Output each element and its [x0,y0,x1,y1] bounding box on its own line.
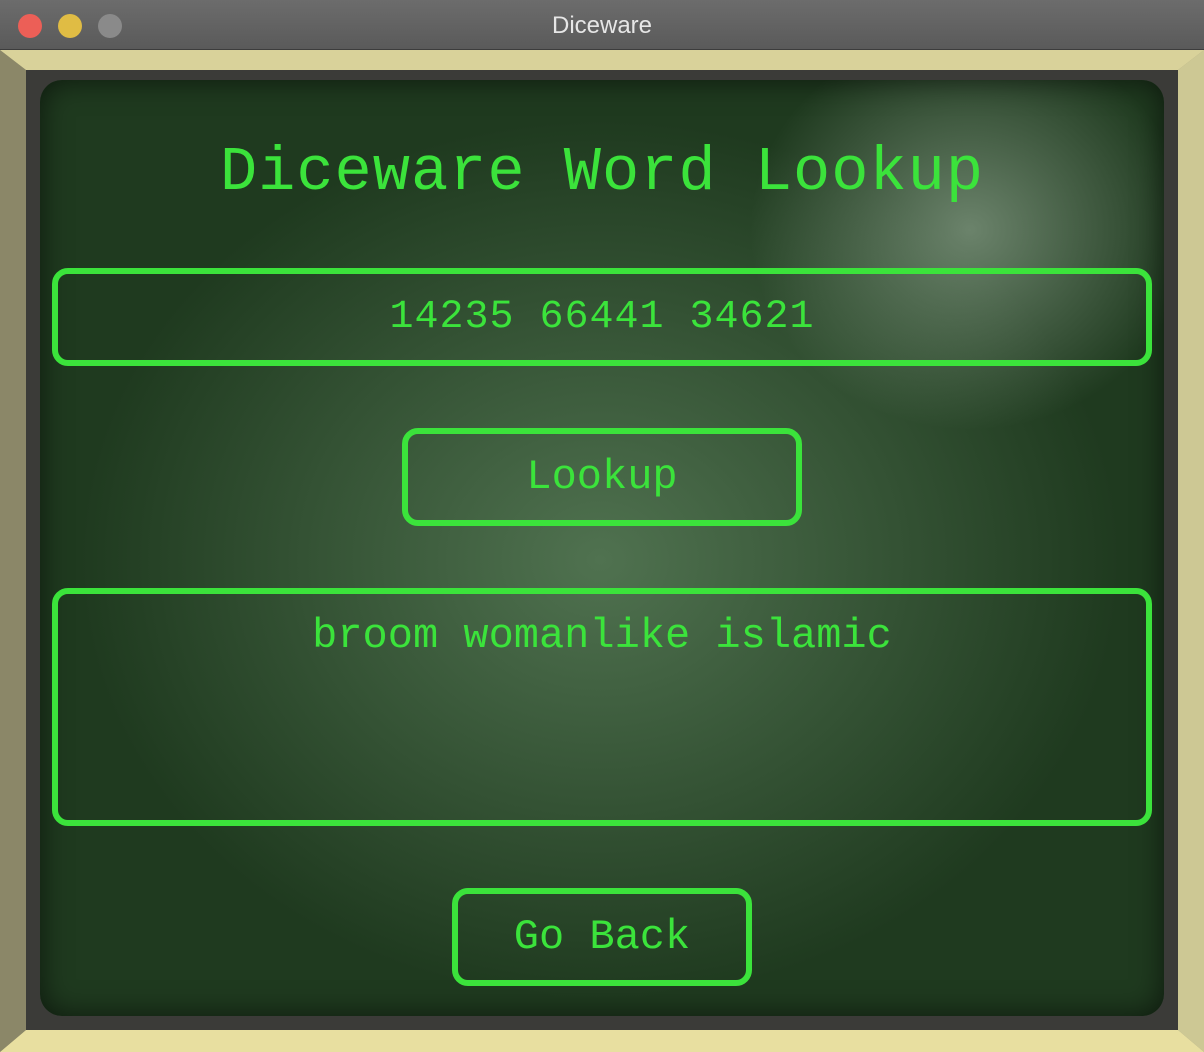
frame-bevel-right [1178,50,1204,1052]
page-title: Diceware Word Lookup [219,137,985,208]
frame-bevel-bottom [0,1030,1204,1052]
title-bar: Diceware [0,0,1204,50]
window-title: Diceware [551,12,653,39]
lookup-button[interactable]: Lookup [402,428,802,526]
frame-bevel-left [0,50,26,1052]
result-output: broom womanlike islamic [52,588,1152,826]
go-back-button[interactable]: Go Back [452,888,752,986]
dice-numbers-input[interactable] [52,268,1152,366]
crt-screen: Diceware Word Lookup Lookup broom womanl… [40,80,1164,1016]
frame-bevel-top [0,50,1204,70]
app-window: Diceware Diceware Word Lookup Lookup bro… [0,0,1204,1052]
